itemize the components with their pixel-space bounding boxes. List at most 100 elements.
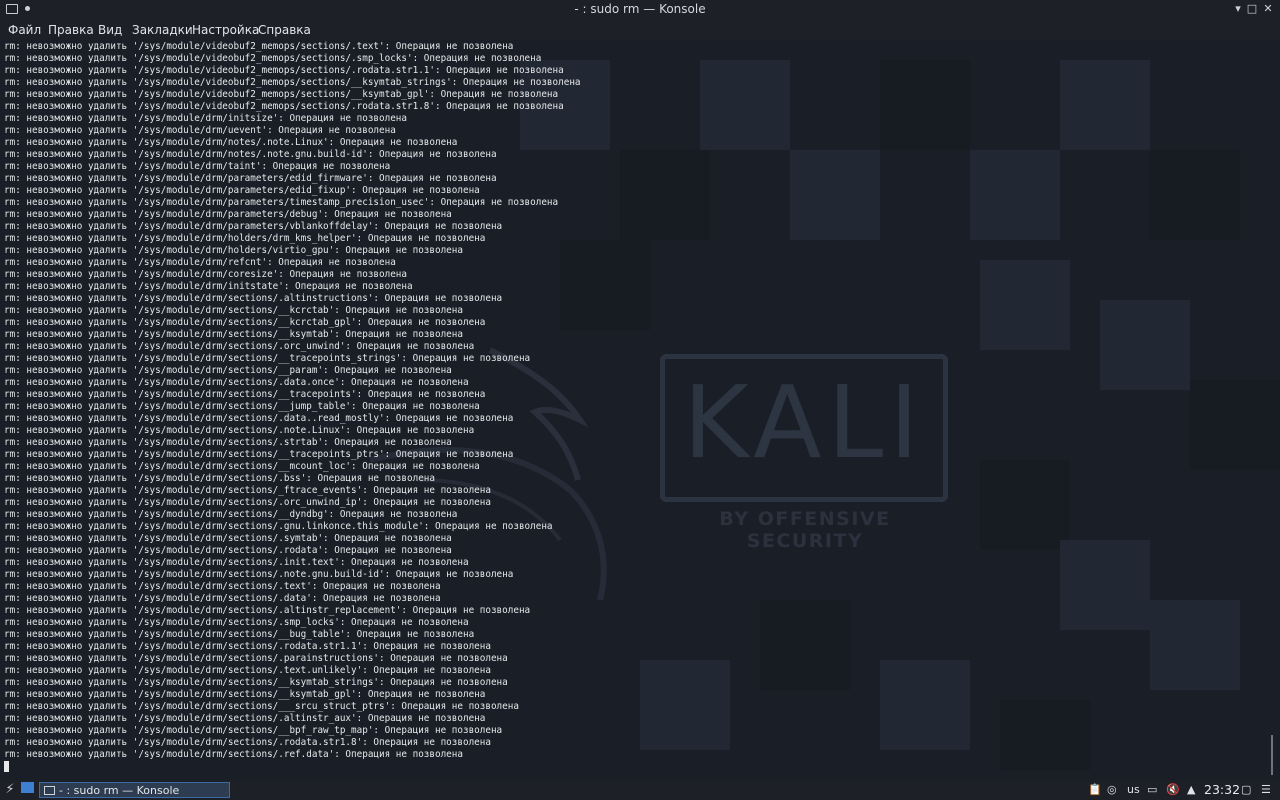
- terminal-line: rm: невозможно удалить '/sys/module/drm/…: [4, 401, 480, 412]
- terminal-line: rm: невозможно удалить '/sys/module/drm/…: [4, 221, 503, 232]
- terminal-line: rm: невозможно удалить '/sys/module/vide…: [4, 41, 514, 52]
- show-desktop-icon[interactable]: ▢: [1241, 783, 1251, 796]
- terminal-line: rm: невозможно удалить '/sys/module/drm/…: [4, 161, 391, 172]
- desktop-pager[interactable]: [21, 782, 34, 793]
- terminal-line: rm: невозможно удалить '/sys/module/drm/…: [4, 281, 413, 292]
- window-title: - : sudo rm — Konsole: [574, 2, 706, 16]
- clipboard-icon[interactable]: 📋: [1088, 783, 1102, 796]
- terminal-line: rm: невозможно удалить '/sys/module/drm/…: [4, 581, 441, 592]
- terminal-line: rm: невозможно удалить '/sys/module/drm/…: [4, 677, 508, 688]
- wallpaper-tile: [1190, 380, 1280, 470]
- terminal-line: rm: невозможно удалить '/sys/module/vide…: [4, 65, 564, 76]
- terminal-line: rm: невозможно удалить '/sys/module/drm/…: [4, 425, 475, 436]
- wallpaper-tile: [980, 260, 1070, 350]
- terminal-cursor: [4, 761, 9, 772]
- terminal-line: rm: невозможно удалить '/sys/module/drm/…: [4, 329, 463, 340]
- terminal-line: rm: невозможно удалить '/sys/module/drm/…: [4, 557, 469, 568]
- wallpaper-tile: [1060, 540, 1150, 630]
- network-icon[interactable]: ▭: [1147, 783, 1157, 796]
- close-button[interactable]: ✕: [1262, 2, 1274, 16]
- terminal-line: rm: невозможно удалить '/sys/module/drm/…: [4, 317, 486, 328]
- wallpaper-tile: [980, 460, 1070, 550]
- terminal-line: rm: невозможно удалить '/sys/module/drm/…: [4, 533, 452, 544]
- terminal-line: rm: невозможно удалить '/sys/module/drm/…: [4, 569, 514, 580]
- terminal-line: rm: невозможно удалить '/sys/module/drm/…: [4, 341, 475, 352]
- updates-icon[interactable]: ◎: [1107, 783, 1117, 796]
- task-label: - : sudo rm — Konsole: [59, 784, 180, 797]
- maximize-button[interactable]: □: [1246, 2, 1258, 16]
- terminal-line: rm: невозможно удалить '/sys/module/drm/…: [4, 173, 497, 184]
- terminal-line: rm: невозможно удалить '/sys/module/drm/…: [4, 257, 396, 268]
- terminal-line: rm: невозможно удалить '/sys/module/drm/…: [4, 125, 396, 136]
- terminal-line: rm: невозможно удалить '/sys/module/drm/…: [4, 545, 452, 556]
- terminal-line: rm: невозможно удалить '/sys/module/vide…: [4, 89, 559, 100]
- terminal-line: rm: невозможно удалить '/sys/module/drm/…: [4, 377, 469, 388]
- terminal-output: rm: невозможно удалить '/sys/module/vide…: [4, 41, 581, 761]
- clock[interactable]: 23:32: [1204, 782, 1240, 797]
- terminal-line: rm: невозможно удалить '/sys/module/drm/…: [4, 365, 452, 376]
- volume-muted-icon[interactable]: 🔇: [1166, 783, 1180, 796]
- terminal-line: rm: невозможно удалить '/sys/module/drm/…: [4, 641, 491, 652]
- menu-bar: Файл Правка Вид Закладки Настройка Справ…: [0, 19, 1280, 40]
- terminal-line: rm: невозможно удалить '/sys/module/drm/…: [4, 389, 486, 400]
- terminal-line: rm: невозможно удалить '/sys/module/drm/…: [4, 413, 514, 424]
- terminal-line: rm: невозможно удалить '/sys/module/drm/…: [4, 269, 407, 280]
- kali-logo-text: KALI: [683, 364, 925, 481]
- wallpaper-tile: [620, 150, 710, 240]
- task-konsole[interactable]: - : sudo rm — Konsole: [39, 782, 230, 798]
- terminal-line: rm: невозможно удалить '/sys/module/drm/…: [4, 713, 486, 724]
- menu-settings[interactable]: Настройка: [192, 23, 259, 37]
- taskbar: ⚡ - : sudo rm — Konsole 📋 ◎ us ▭ 🔇 ▲ 23:…: [0, 780, 1280, 800]
- wallpaper-tile: [880, 660, 970, 750]
- terminal-line: rm: невозможно удалить '/sys/module/drm/…: [4, 593, 441, 604]
- wallpaper-tile: [1150, 150, 1240, 240]
- terminal-line: rm: невозможно удалить '/sys/module/drm/…: [4, 137, 458, 148]
- menu-view[interactable]: Вид: [98, 23, 122, 37]
- wallpaper-tile: [1150, 600, 1240, 690]
- terminal-line: rm: невозможно удалить '/sys/module/vide…: [4, 101, 564, 112]
- wallpaper-tile: [970, 150, 1060, 240]
- terminal-line: rm: невозможно удалить '/sys/module/drm/…: [4, 353, 531, 364]
- wallpaper-tile: [700, 60, 790, 150]
- menu-bookmarks[interactable]: Закладки: [132, 23, 193, 37]
- terminal-line: rm: невозможно удалить '/sys/module/drm/…: [4, 485, 491, 496]
- terminal-view[interactable]: KALI BY OFFENSIVE SECURITY rm: невозможн…: [0, 40, 1280, 780]
- terminal-line: rm: невозможно удалить '/sys/module/drm/…: [4, 689, 486, 700]
- terminal-line: rm: невозможно удалить '/sys/module/drm/…: [4, 449, 514, 460]
- terminal-line: rm: невозможно удалить '/sys/module/drm/…: [4, 617, 469, 628]
- minimize-button[interactable]: ▾: [1232, 2, 1244, 16]
- wallpaper-tile: [790, 150, 880, 240]
- terminal-line: rm: невозможно удалить '/sys/module/drm/…: [4, 149, 497, 160]
- panel-settings-icon[interactable]: ☰: [1261, 783, 1271, 796]
- wallpaper-tile: [760, 600, 850, 690]
- terminal-line: rm: невозможно удалить '/sys/module/drm/…: [4, 653, 508, 664]
- wallpaper-tile: [1000, 700, 1090, 770]
- wallpaper-tile: [640, 660, 730, 750]
- terminal-icon: [44, 786, 55, 795]
- terminal-line: rm: невозможно удалить '/sys/module/vide…: [4, 53, 542, 64]
- terminal-line: rm: невозможно удалить '/sys/module/drm/…: [4, 629, 475, 640]
- menu-edit[interactable]: Правка: [48, 23, 94, 37]
- tray-expand-icon[interactable]: ▲: [1187, 783, 1195, 796]
- scrollbar-thumb[interactable]: [1271, 735, 1273, 775]
- menu-file[interactable]: Файл: [8, 23, 41, 37]
- kali-tagline: BY OFFENSIVE SECURITY: [719, 508, 891, 552]
- terminal-line: rm: невозможно удалить '/sys/module/drm/…: [4, 197, 559, 208]
- terminal-line: rm: невозможно удалить '/sys/module/drm/…: [4, 605, 531, 616]
- terminal-line: rm: невозможно удалить '/sys/module/drm/…: [4, 497, 491, 508]
- terminal-line: rm: невозможно удалить '/sys/module/drm/…: [4, 473, 435, 484]
- menu-help[interactable]: Справка: [258, 23, 311, 37]
- wallpaper-tile: [1060, 60, 1150, 150]
- terminal-line: rm: невозможно удалить '/sys/module/drm/…: [4, 233, 486, 244]
- terminal-line: rm: невозможно удалить '/sys/module/drm/…: [4, 461, 480, 472]
- terminal-line: rm: невозможно удалить '/sys/module/drm/…: [4, 725, 503, 736]
- window-titlebar[interactable]: - : sudo rm — Konsole ▾ □ ✕: [0, 0, 1280, 19]
- terminal-line: rm: невозможно удалить '/sys/module/drm/…: [4, 113, 407, 124]
- application-launcher-icon[interactable]: ⚡: [2, 782, 18, 798]
- terminal-line: rm: невозможно удалить '/sys/module/vide…: [4, 77, 581, 88]
- terminal-line: rm: невозможно удалить '/sys/module/drm/…: [4, 305, 463, 316]
- keyboard-layout[interactable]: us: [1127, 783, 1140, 796]
- terminal-line: rm: невозможно удалить '/sys/module/drm/…: [4, 293, 503, 304]
- terminal-line: rm: невозможно удалить '/sys/module/drm/…: [4, 737, 491, 748]
- terminal-line: rm: невозможно удалить '/sys/module/drm/…: [4, 749, 463, 760]
